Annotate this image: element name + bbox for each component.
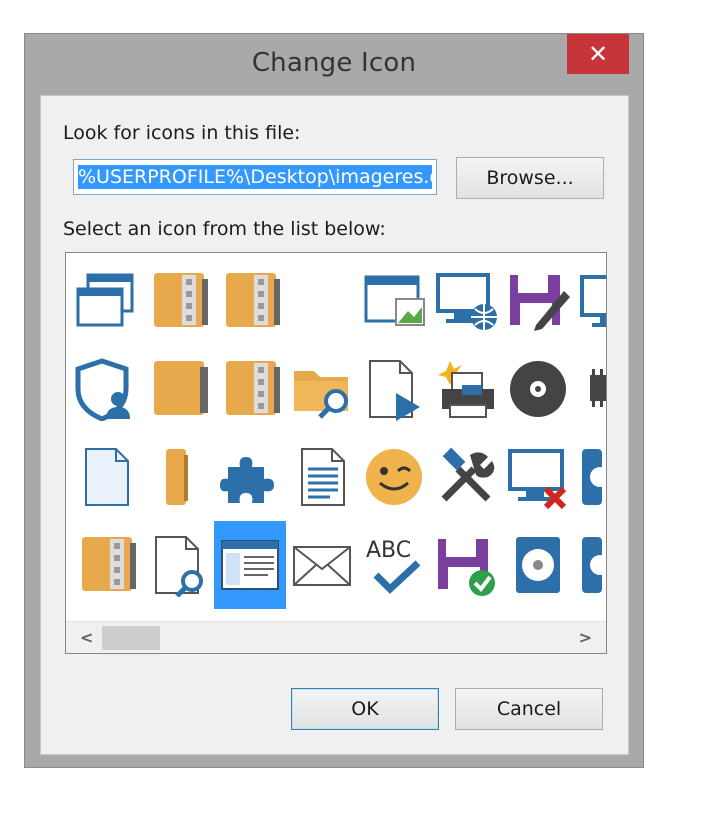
icon-cell[interactable] — [214, 257, 286, 345]
icon-cell[interactable] — [574, 521, 606, 609]
monitor-globe-icon — [436, 273, 497, 330]
wink-smiley-icon — [366, 449, 422, 505]
scroll-thumb[interactable] — [102, 626, 160, 650]
icon-cell[interactable]: ABC — [358, 521, 430, 609]
icon-cell[interactable] — [502, 345, 574, 433]
horizontal-scrollbar[interactable]: < > — [66, 621, 606, 653]
text-document-icon — [301, 448, 345, 506]
icon-cell[interactable] — [142, 433, 214, 521]
icon-cell[interactable] — [574, 257, 606, 345]
file-path-input[interactable]: %USERPROFILE%\Desktop\imageres.dll — [73, 159, 437, 195]
close-button[interactable]: ✕ — [567, 34, 629, 74]
icon-list-label: Select an icon from the list below: — [63, 218, 386, 240]
floppy-check-icon — [438, 539, 495, 596]
icon-cell[interactable] — [286, 433, 358, 521]
icon-cell[interactable] — [70, 521, 142, 609]
folder-zip-icon — [226, 273, 280, 327]
window-list-icon — [221, 540, 279, 590]
icon-cell[interactable] — [574, 433, 606, 521]
icon-grid: ABC — [66, 253, 606, 623]
icon-cell[interactable] — [574, 345, 606, 433]
document-search-icon — [155, 536, 203, 597]
disc-icon — [510, 361, 566, 417]
icon-cell[interactable] — [502, 257, 574, 345]
shield-user-icon — [75, 358, 130, 421]
spellcheck-icon: ABC — [366, 538, 421, 594]
icon-list[interactable]: ABC < > — [65, 252, 607, 654]
ok-button[interactable]: OK — [291, 688, 439, 730]
monitor-icon — [580, 275, 606, 327]
icon-cell[interactable] — [502, 433, 574, 521]
envelope-icon — [293, 546, 351, 586]
browse-button[interactable]: Browse... — [456, 157, 604, 199]
icon-cell[interactable] — [358, 345, 430, 433]
printer-spark-icon — [438, 361, 494, 418]
puzzle-icon — [220, 457, 274, 503]
document-play-icon — [369, 360, 420, 421]
icon-cell[interactable] — [70, 345, 142, 433]
icon-cell[interactable] — [358, 433, 430, 521]
icon-cell[interactable] — [142, 345, 214, 433]
title-bar[interactable]: Change Icon ✕ — [25, 34, 643, 94]
icon-cell[interactable] — [214, 345, 286, 433]
icon-cell[interactable] — [286, 345, 358, 433]
dialog-title: Change Icon — [251, 48, 417, 78]
svg-text:ABC: ABC — [366, 538, 411, 563]
icon-cell[interactable] — [214, 521, 286, 609]
folder-zip-icon — [226, 361, 280, 415]
drive-icon — [582, 537, 606, 593]
folder-closed-icon — [154, 361, 208, 415]
tools-icon — [441, 447, 495, 502]
close-icon: ✕ — [587, 40, 609, 68]
file-label: Look for icons in this file: — [63, 122, 301, 144]
folder-zip-icon — [82, 537, 136, 591]
icon-cell[interactable] — [70, 257, 142, 345]
monitor-error-icon — [508, 449, 567, 509]
icon-cell[interactable] — [142, 257, 214, 345]
window-picture-icon — [364, 275, 425, 326]
scroll-left-icon[interactable]: < — [80, 628, 93, 647]
file-path-text: %USERPROFILE%\Desktop\imageres.dll — [78, 165, 432, 189]
icon-cell[interactable] — [214, 433, 286, 521]
icon-cell[interactable] — [430, 345, 502, 433]
cancel-button[interactable]: Cancel — [455, 688, 603, 730]
drive-icon — [582, 449, 606, 505]
icon-cell[interactable] — [286, 521, 358, 609]
icon-cell[interactable] — [286, 257, 358, 345]
folder-search-icon — [294, 371, 348, 419]
icon-cell[interactable] — [430, 433, 502, 521]
change-icon-dialog: Change Icon ✕ Look for icons in this fil… — [24, 33, 644, 768]
icon-cell[interactable] — [358, 257, 430, 345]
scroll-right-icon[interactable]: > — [579, 628, 592, 647]
hard-disk-icon — [516, 537, 560, 593]
chip-icon — [590, 369, 606, 407]
dialog-body: Look for icons in this file: %USERPROFIL… — [40, 95, 629, 755]
icon-cell[interactable] — [70, 433, 142, 521]
icon-cell[interactable] — [430, 257, 502, 345]
blank-document-icon — [85, 448, 129, 506]
windows-stack-icon — [76, 273, 134, 327]
icon-cell[interactable] — [142, 521, 214, 609]
icon-cell[interactable] — [502, 521, 574, 609]
folder-thin-icon — [166, 449, 188, 505]
folder-zip-icon — [154, 273, 208, 327]
icon-cell[interactable] — [430, 521, 502, 609]
floppy-edit-icon — [510, 275, 570, 331]
